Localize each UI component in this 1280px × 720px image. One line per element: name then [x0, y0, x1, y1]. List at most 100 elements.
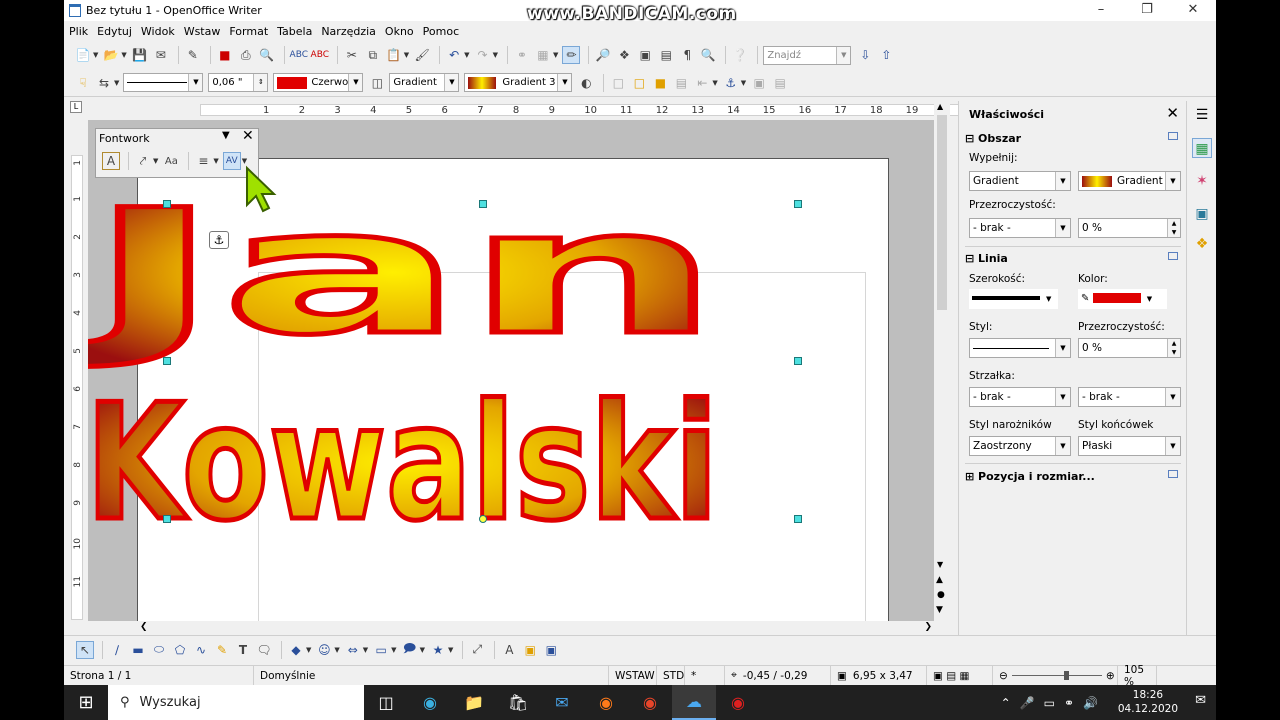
send-to-back-icon[interactable]: ■	[651, 74, 669, 92]
menu-insert[interactable]: Wstaw	[184, 25, 221, 38]
print-icon[interactable]: ⎙	[237, 46, 255, 64]
menu-table[interactable]: Tabela	[277, 25, 312, 38]
line-width-select[interactable]: ▼	[969, 289, 1058, 309]
spellcheck-icon[interactable]: ABC	[290, 46, 308, 64]
close-icon[interactable]: ✕	[242, 128, 254, 144]
select-arrow-icon[interactable]: ↖	[76, 640, 94, 659]
autospellcheck-icon[interactable]: ABC	[311, 46, 329, 64]
fontwork-control-handle[interactable]	[479, 515, 487, 523]
table-icon[interactable]: ▦	[534, 46, 552, 64]
next-page-icon[interactable]: ▼	[936, 605, 943, 615]
position-size-section-header[interactable]: ⊞ Pozycja i rozmiar...	[965, 470, 1095, 483]
fontwork-object[interactable]: Jan Kowalski	[88, 120, 942, 621]
bandicam-task-icon[interactable]: ◉	[716, 685, 760, 720]
network-icon[interactable]: ▭	[1044, 696, 1055, 710]
document-area[interactable]: Jan Kowalski	[88, 120, 942, 621]
navigation-icon[interactable]: ●	[937, 590, 945, 600]
area-section-header[interactable]: ⊟ Obszar	[965, 132, 1021, 145]
edit-file-icon[interactable]: ✎	[184, 46, 202, 64]
align-icon[interactable]: ⇤	[693, 74, 711, 92]
sidebar-menu-icon[interactable]: ☰	[1192, 105, 1212, 125]
gallery-tab-icon[interactable]: ▣	[1192, 204, 1212, 224]
line-style-select[interactable]: ▼	[123, 73, 204, 92]
points-icon[interactable]: ⤢	[468, 641, 486, 659]
wrap-icon[interactable]: ▤	[672, 74, 690, 92]
position-more-options-button[interactable]	[1168, 470, 1178, 478]
toolbar-menu-icon[interactable]: ▼	[222, 130, 230, 141]
new-document-icon[interactable]: 📄	[74, 46, 92, 64]
navigator-icon[interactable]: ❖	[615, 46, 633, 64]
fontwork-alignment-icon[interactable]: ≡	[194, 152, 212, 170]
anchor-icon[interactable]: ⚓	[722, 74, 740, 92]
copy-icon[interactable]: ⧉	[364, 46, 382, 64]
redo-icon[interactable]: ↷	[474, 46, 492, 64]
taskbar-search[interactable]: ⚲ Wyszukaj	[108, 685, 364, 720]
mail-icon[interactable]: ✉	[540, 685, 584, 720]
fontwork-shape-icon[interactable]: ⤤	[134, 152, 152, 170]
area-transparency-select[interactable]: - brak - ▼	[969, 218, 1071, 238]
callouts-icon[interactable]: 🗩	[401, 641, 419, 659]
flowchart-icon[interactable]: ▭	[372, 641, 390, 659]
hyperlink-icon[interactable]: ⚭	[513, 46, 531, 64]
line-width-field[interactable]: 0,06 " ⇕	[208, 73, 269, 92]
maximize-button[interactable]: ❐	[1124, 0, 1170, 21]
find-previous-icon[interactable]: ⇧	[877, 46, 895, 64]
arrow-style-icon[interactable]: ⇆	[95, 74, 113, 92]
block-arrows-icon[interactable]: ⇔	[344, 641, 362, 659]
sidebar-close-icon[interactable]: ✕	[1166, 104, 1179, 122]
tray-chevron-icon[interactable]: ⌃	[1001, 696, 1011, 710]
gallery-icon[interactable]: ▣	[636, 46, 654, 64]
format-paintbrush-icon[interactable]: 🖌	[413, 46, 431, 64]
menu-file[interactable]: Plik	[69, 25, 88, 38]
edge-icon[interactable]: ◉	[408, 685, 452, 720]
taskbar-clock[interactable]: 18:26 04.12.2020	[1118, 688, 1178, 716]
line-color-select[interactable]: Czerwo ▼	[273, 73, 364, 92]
menu-help[interactable]: Pomoc	[423, 25, 459, 38]
properties-tab-icon[interactable]: ▦	[1192, 138, 1212, 158]
insert-mode[interactable]: WSTAW	[609, 665, 657, 686]
selection-handle[interactable]	[794, 357, 802, 365]
vertical-scroll-thumb[interactable]	[937, 115, 947, 310]
curve-tool-icon[interactable]: ∿	[192, 641, 210, 659]
cap-style-select[interactable]: Płaski ▼	[1078, 436, 1181, 456]
selection-handle[interactable]	[794, 515, 802, 523]
show-draw-functions-icon[interactable]: ✏	[562, 46, 581, 64]
data-sources-icon[interactable]: ▤	[657, 46, 675, 64]
symbol-shapes-icon[interactable]: ☺	[315, 641, 333, 659]
save-icon[interactable]: 💾	[131, 46, 149, 64]
formatting-marks-icon[interactable]: ¶	[678, 46, 696, 64]
selection-handle[interactable]	[794, 200, 802, 208]
windows-start-icon[interactable]: ⊞	[64, 685, 108, 720]
paste-icon[interactable]: 📋	[385, 46, 403, 64]
line-color-select-sidebar[interactable]: ✎ ▼	[1078, 289, 1167, 309]
wifi-icon[interactable]: ⚭	[1064, 696, 1074, 710]
microphone-icon[interactable]: 🎤	[1020, 696, 1035, 710]
notifications-icon[interactable]: ✉	[1195, 693, 1206, 708]
zoom-level[interactable]: 105 %	[1117, 664, 1157, 688]
firefox-icon[interactable]: ◉	[584, 685, 628, 720]
line-style-select-sidebar[interactable]: ▼	[969, 338, 1071, 358]
selection-handle[interactable]	[479, 200, 487, 208]
open-folder-icon[interactable]: 📂	[102, 46, 120, 64]
close-window-button[interactable]: ✕	[1170, 0, 1216, 21]
volume-icon[interactable]: 🔊	[1083, 696, 1098, 710]
anchor-type-icon[interactable]: ☟	[74, 74, 92, 92]
area-icon[interactable]: ◫	[368, 74, 386, 92]
chrome-icon[interactable]: ◉	[628, 685, 672, 720]
email-icon[interactable]: ✉	[152, 46, 170, 64]
openoffice-writer-task-icon[interactable]: ☁	[672, 685, 716, 720]
task-view-icon[interactable]: ◫	[364, 685, 408, 720]
rectangle-tool-icon[interactable]: ▬	[129, 641, 147, 659]
fontwork-same-height-icon[interactable]: Aa	[162, 152, 180, 170]
ellipse-tool-icon[interactable]: ⬭	[150, 641, 168, 659]
arrow-end-select[interactable]: - brak - ▼	[1078, 387, 1181, 407]
stars-icon[interactable]: ★	[429, 641, 447, 659]
line-section-header[interactable]: ⊟ Linia	[965, 252, 1008, 265]
gradient-select[interactable]: Gradient 3 ▼	[464, 73, 573, 92]
selection-handle[interactable]	[163, 200, 171, 208]
anchor-icon-marker[interactable]: ⚓	[209, 231, 229, 249]
view-layout[interactable]: ▣ ▤ ▦	[927, 665, 993, 686]
arrow-start-select[interactable]: - brak - ▼	[969, 387, 1071, 407]
previous-page-icon[interactable]: ▲	[936, 575, 943, 585]
extrusion-icon[interactable]: ▣	[542, 641, 560, 659]
